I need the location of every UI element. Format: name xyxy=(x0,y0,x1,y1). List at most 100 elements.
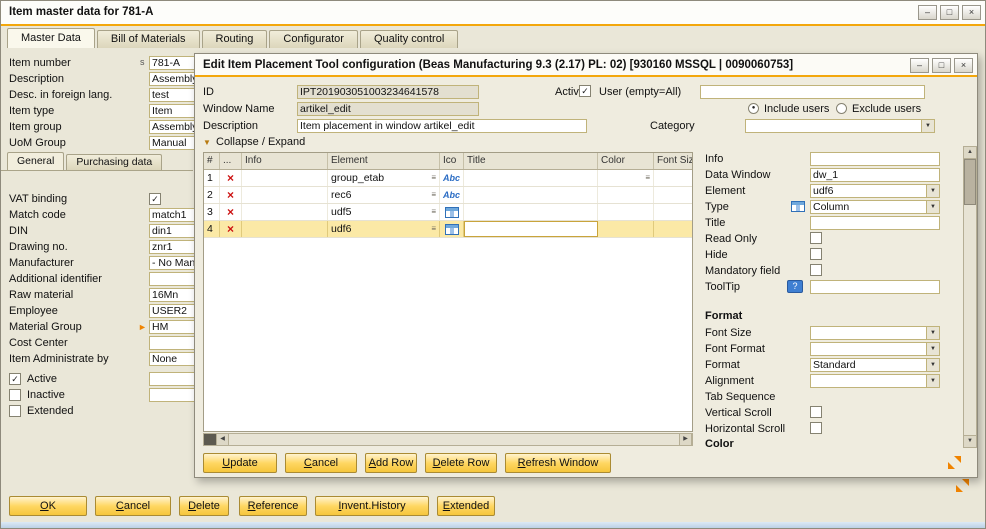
scrollbar-thumb[interactable] xyxy=(964,159,976,205)
tab-quality-control[interactable]: Quality control xyxy=(360,30,458,48)
tooltip-field[interactable] xyxy=(810,280,940,294)
ok-button[interactable]: OK xyxy=(9,496,87,516)
cell-info[interactable] xyxy=(242,204,328,220)
link-arrow-icon[interactable]: ► xyxy=(138,321,147,333)
grid-row[interactable]: 1 × group_etab≡ Abc ≡ xyxy=(204,170,692,187)
grid-row[interactable]: 2 × rec6≡ Abc xyxy=(204,187,692,204)
cell-title[interactable] xyxy=(464,187,598,203)
info-field[interactable] xyxy=(810,152,940,166)
drag-handle-icon[interactable]: ≡ xyxy=(431,208,436,216)
chevron-down-icon[interactable]: ▼ xyxy=(926,185,939,197)
tab-routing[interactable]: Routing xyxy=(202,30,268,48)
cancel-button[interactable]: Cancel xyxy=(285,453,357,473)
expand-icon[interactable] xyxy=(948,456,961,469)
dialog-vertical-scrollbar[interactable]: ▲ ▼ xyxy=(963,146,977,448)
cell-color[interactable] xyxy=(598,204,654,220)
grid-row-selected[interactable]: 4 × udf6≡ xyxy=(204,221,692,238)
delete-row-icon[interactable]: × xyxy=(227,206,234,218)
font-format-dropdown[interactable]: ▼ xyxy=(810,342,940,356)
tab-master-data[interactable]: Master Data xyxy=(7,28,95,48)
grid-row[interactable]: 3 × udf5≡ xyxy=(204,204,692,221)
hide-checkbox[interactable] xyxy=(810,248,822,260)
reference-button[interactable]: Reference xyxy=(239,496,307,516)
collapse-expand-link[interactable]: Collapse / Expand xyxy=(216,136,305,148)
drag-handle-icon[interactable]: ≡ xyxy=(431,191,436,199)
title-field[interactable] xyxy=(810,216,940,230)
chevron-down-icon[interactable]: ▼ xyxy=(926,359,939,371)
cell-info[interactable] xyxy=(242,221,328,237)
exclude-users-radio[interactable] xyxy=(836,103,847,114)
minimize-icon[interactable]: – xyxy=(918,5,937,20)
delete-row-icon[interactable]: × xyxy=(227,172,234,184)
add-row-button[interactable]: Add Row xyxy=(365,453,417,473)
cell-element[interactable]: udf5 xyxy=(331,204,351,220)
font-size-dropdown[interactable]: ▼ xyxy=(810,326,940,340)
category-dropdown[interactable]: ▼ xyxy=(745,119,935,133)
cell-title-editing[interactable] xyxy=(464,221,598,237)
chevron-down-icon[interactable]: ▼ xyxy=(921,120,934,132)
cell-font-size[interactable] xyxy=(654,221,693,237)
format-dropdown[interactable]: Standard ▼ xyxy=(810,358,940,372)
delete-row-button[interactable]: Delete Row xyxy=(425,453,497,473)
tab-bill-of-materials[interactable]: Bill of Materials xyxy=(97,30,200,48)
invent-history-button[interactable]: Invent.History xyxy=(315,496,429,516)
read-only-checkbox[interactable] xyxy=(810,232,822,244)
delete-row-icon[interactable]: × xyxy=(227,189,234,201)
restore-icon[interactable]: □ xyxy=(940,5,959,20)
type-dropdown[interactable]: Column ▼ xyxy=(810,200,940,214)
scroll-right-icon[interactable]: ▶ xyxy=(679,434,692,445)
update-button[interactable]: Update xyxy=(203,453,277,473)
cell-font-size[interactable] xyxy=(654,170,693,186)
grid-horizontal-scrollbar[interactable]: ◀ ▶ xyxy=(203,433,693,446)
cell-color[interactable] xyxy=(598,221,654,237)
subtab-purchasing-data[interactable]: Purchasing data xyxy=(66,154,162,170)
cell-element[interactable]: group_etab xyxy=(331,170,384,186)
cell-title[interactable] xyxy=(464,170,598,186)
cell-element[interactable]: rec6 xyxy=(331,187,351,203)
inactive-checkbox[interactable] xyxy=(9,389,21,401)
horizontal-scroll-checkbox[interactable] xyxy=(810,422,822,434)
refresh-window-button[interactable]: Refresh Window xyxy=(505,453,611,473)
mandatory-field-checkbox[interactable] xyxy=(810,264,822,276)
cell-font-size[interactable] xyxy=(654,204,693,220)
include-users-radio[interactable]: ● xyxy=(748,103,759,114)
scrollbar-thumb[interactable] xyxy=(204,434,216,445)
drag-handle-icon[interactable]: ≡ xyxy=(645,174,650,182)
cell-font-size[interactable] xyxy=(654,187,693,203)
vertical-scroll-checkbox[interactable] xyxy=(810,406,822,418)
cell-element[interactable]: udf6 xyxy=(331,221,351,237)
expand-icon[interactable] xyxy=(956,479,969,492)
active-checkbox[interactable]: ✓ xyxy=(579,85,591,97)
tab-configurator[interactable]: Configurator xyxy=(269,30,358,48)
alignment-dropdown[interactable]: ▼ xyxy=(810,374,940,388)
delete-button[interactable]: Delete xyxy=(179,496,229,516)
close-icon[interactable]: × xyxy=(962,5,981,20)
cell-info[interactable] xyxy=(242,170,328,186)
cancel-button[interactable]: Cancel xyxy=(95,496,171,516)
scroll-down-icon[interactable]: ▼ xyxy=(964,435,976,447)
cell-color[interactable] xyxy=(598,187,654,203)
active-checkbox[interactable]: ✓ xyxy=(9,373,21,385)
cell-info[interactable] xyxy=(242,187,328,203)
scroll-left-icon[interactable]: ◀ xyxy=(216,434,229,445)
extended-checkbox[interactable] xyxy=(9,405,21,417)
scrollbar-track[interactable] xyxy=(964,205,976,435)
scrollbar-track[interactable] xyxy=(229,434,679,445)
chevron-down-icon[interactable]: ▼ xyxy=(926,327,939,339)
cell-title[interactable] xyxy=(464,204,598,220)
vat-binding-checkbox[interactable]: ✓ xyxy=(149,193,161,205)
user-field[interactable] xyxy=(700,85,925,99)
restore-icon[interactable]: □ xyxy=(932,58,951,73)
drag-handle-icon[interactable]: ≡ xyxy=(431,225,436,233)
drag-handle-icon[interactable]: ≡ xyxy=(431,174,436,182)
chevron-down-icon[interactable]: ▼ xyxy=(926,201,939,213)
element-dropdown[interactable]: udf6 ▼ xyxy=(810,184,940,198)
scroll-up-icon[interactable]: ▲ xyxy=(964,147,976,159)
delete-row-icon[interactable]: × xyxy=(227,223,234,235)
extended-button[interactable]: Extended xyxy=(437,496,495,516)
chevron-down-icon[interactable]: ▼ xyxy=(926,343,939,355)
help-icon[interactable]: ? xyxy=(787,280,803,293)
description-field[interactable]: Item placement in window artikel_edit xyxy=(297,119,587,133)
data-window-field[interactable]: dw_1 xyxy=(810,168,940,182)
minimize-icon[interactable]: – xyxy=(910,58,929,73)
